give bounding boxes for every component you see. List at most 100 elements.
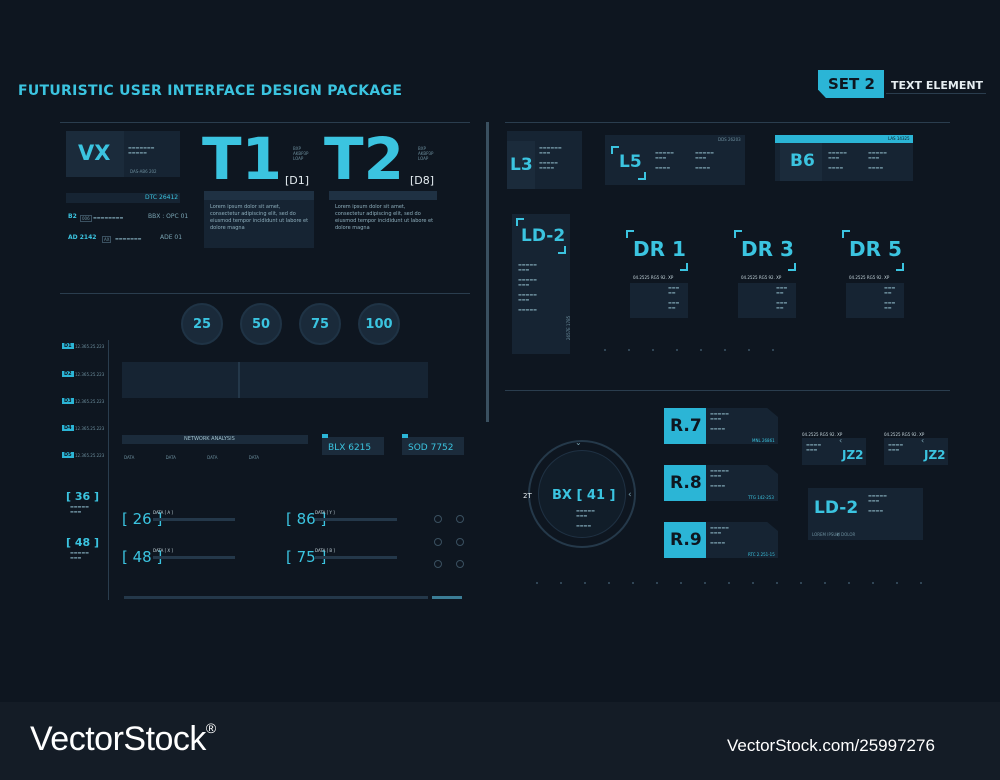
bracket-48: [ 48 ] [66, 536, 100, 549]
dot-8 [772, 349, 774, 351]
dot-24 [896, 582, 898, 584]
t2-d8: [D8] [410, 174, 435, 187]
ade-label: ADE 01 [160, 234, 183, 241]
control-knob-4[interactable] [456, 538, 464, 546]
tag-d2-code: 12.365.25.223 [75, 372, 105, 377]
jz2-text: ▬▬▬▬ ▬▬▬ [806, 442, 822, 452]
top-divider-left [60, 122, 470, 123]
data-row-48-bar [153, 556, 235, 559]
circle-75[interactable]: 75 [299, 303, 341, 345]
blx-tab [322, 434, 328, 438]
dot-16 [704, 582, 706, 584]
footer-url[interactable]: VectorStock.com/25997276 [727, 736, 935, 756]
vertical-guide [108, 340, 109, 600]
bx-text: ▬▬▬▬▬ ▬▬▬ ▬▬▬▬ [576, 508, 595, 528]
bx-chevron-left-icon[interactable]: ‹ [628, 490, 632, 500]
dr1-text: ▬▬▬ ▬▬ ▬▬▬ ▬▬ [668, 285, 680, 310]
jz2b-code: 04.2525 RG5 92. XP [884, 432, 925, 437]
dot-15 [680, 582, 682, 584]
control-knob-3[interactable] [434, 538, 442, 546]
t1-d1: [D1] [285, 174, 310, 187]
dot-4 [676, 349, 678, 351]
t1-lorem: Lorem ipsum dolor sit amet, consectetur … [210, 204, 309, 231]
r8-text: ▬▬▬▬▬ ▬▬▬ ▬▬▬▬ [710, 468, 729, 488]
vx-label: VX [78, 141, 111, 165]
dot-2 [628, 349, 630, 351]
dot-17 [728, 582, 730, 584]
tag-d1[interactable]: D1 [62, 343, 74, 349]
tag-d2[interactable]: D2 [62, 371, 74, 377]
l3-label: L3 [510, 155, 533, 175]
dtc-label: DTC 26412 [145, 194, 179, 201]
footer-brand[interactable]: VectorStock® [30, 720, 216, 759]
dot-25 [920, 582, 922, 584]
t1-bxp: BXP AKBP3P LOAP [293, 146, 309, 161]
jz2-chevron-left-icon[interactable]: ‹ [839, 436, 842, 445]
mid-divider-right [505, 390, 950, 391]
set-caption: TEXT ELEMENT [891, 79, 984, 92]
dr5-corner-br [896, 263, 904, 271]
ld2-side-code: 2657E 1785 [566, 315, 571, 340]
control-knob-1[interactable] [434, 515, 442, 523]
r9-code: RTC 2.251-15 [748, 552, 775, 557]
circle-25[interactable]: 25 [181, 303, 223, 345]
l5-corner-tl [611, 146, 619, 154]
l5-corner-br [638, 172, 646, 180]
vx-code: DAS-AB6 202 [130, 169, 157, 174]
ld2b-chevron-left-icon[interactable]: ‹ [836, 530, 839, 539]
control-knob-6[interactable] [456, 560, 464, 568]
l5-text-2: ▬▬▬▬▬ ▬▬▬ ▬▬▬▬ [695, 150, 714, 170]
r8-label: R.8 [670, 473, 702, 493]
bx-chevron-down-icon[interactable]: ⌄ [575, 438, 582, 447]
t2-label: T2 [324, 125, 404, 193]
tag-d4[interactable]: D4 [62, 425, 74, 431]
jz2b-label: JZ2 [924, 448, 946, 462]
t1-label: T1 [202, 125, 282, 193]
dr5-label: DR 5 [849, 237, 902, 261]
waveform-divider [238, 362, 240, 398]
set-label: SET 2 [828, 75, 875, 93]
sod-tab [402, 434, 408, 438]
l5-code: DDS 26203 [718, 137, 741, 142]
ld2b-text: ▬▬▬▬▬ ▬▬▬ ▬▬▬▬ [868, 493, 887, 513]
l3-text: ▬▬▬▬▬▬ ▬▬▬ ▬▬▬▬▬ ▬▬▬▬ [539, 145, 562, 170]
footer-brand-reg: ® [205, 720, 216, 736]
b6-code: LAS 14325 [888, 136, 910, 141]
bottom-scrollbar[interactable] [124, 596, 428, 599]
ld2b-lorem: LOREM IPSUM DOLOR [812, 532, 856, 537]
jz2b-chevron-left-icon[interactable]: ‹ [921, 436, 924, 445]
dr1-corner-br [680, 263, 688, 271]
vx-text: ▬▬▬▬▬▬▬ ▬▬▬▬▬ [128, 145, 155, 155]
t2-divider [329, 191, 437, 200]
bottom-scroll-thumb[interactable] [432, 596, 462, 599]
circle-100[interactable]: 100 [358, 303, 400, 345]
tag-d3[interactable]: D3 [62, 398, 74, 404]
data-row-48-label: DATA [ X ] [153, 548, 173, 553]
l5-label: L5 [619, 152, 642, 172]
center-scroll-divider[interactable] [486, 122, 489, 422]
circle-50[interactable]: 50 [240, 303, 282, 345]
dr1-code: 04.2525 RG5 92. XP [633, 275, 674, 280]
dot-7 [748, 349, 750, 351]
dot-11 [584, 582, 586, 584]
b2-label: B2 [68, 213, 77, 220]
ld2-label: LD-2 [521, 226, 566, 246]
bbx-label: BBX : OPC 01 [148, 213, 189, 220]
ad-tag: AX [102, 236, 112, 243]
bracket-36-text: ▬▬▬▬▬ ▬▬▬ [70, 504, 89, 514]
l5-text: ▬▬▬▬▬ ▬▬▬ ▬▬▬▬ [655, 150, 674, 170]
dot-21 [824, 582, 826, 584]
dr3-text: ▬▬▬ ▬▬ ▬▬▬ ▬▬ [776, 285, 788, 310]
dot-3 [652, 349, 654, 351]
data-row-75-label: DATA [ B ] [315, 548, 335, 553]
control-knob-5[interactable] [434, 560, 442, 568]
dot-6 [724, 349, 726, 351]
dot-23 [872, 582, 874, 584]
data-row-75-bar [315, 556, 397, 559]
control-knob-2[interactable] [456, 515, 464, 523]
tag-d5[interactable]: D5 [62, 452, 74, 458]
dr1-label: DR 1 [633, 237, 686, 261]
dot-12 [608, 582, 610, 584]
blx-label: BLX 6215 [328, 443, 372, 453]
t1-divider [204, 191, 314, 200]
